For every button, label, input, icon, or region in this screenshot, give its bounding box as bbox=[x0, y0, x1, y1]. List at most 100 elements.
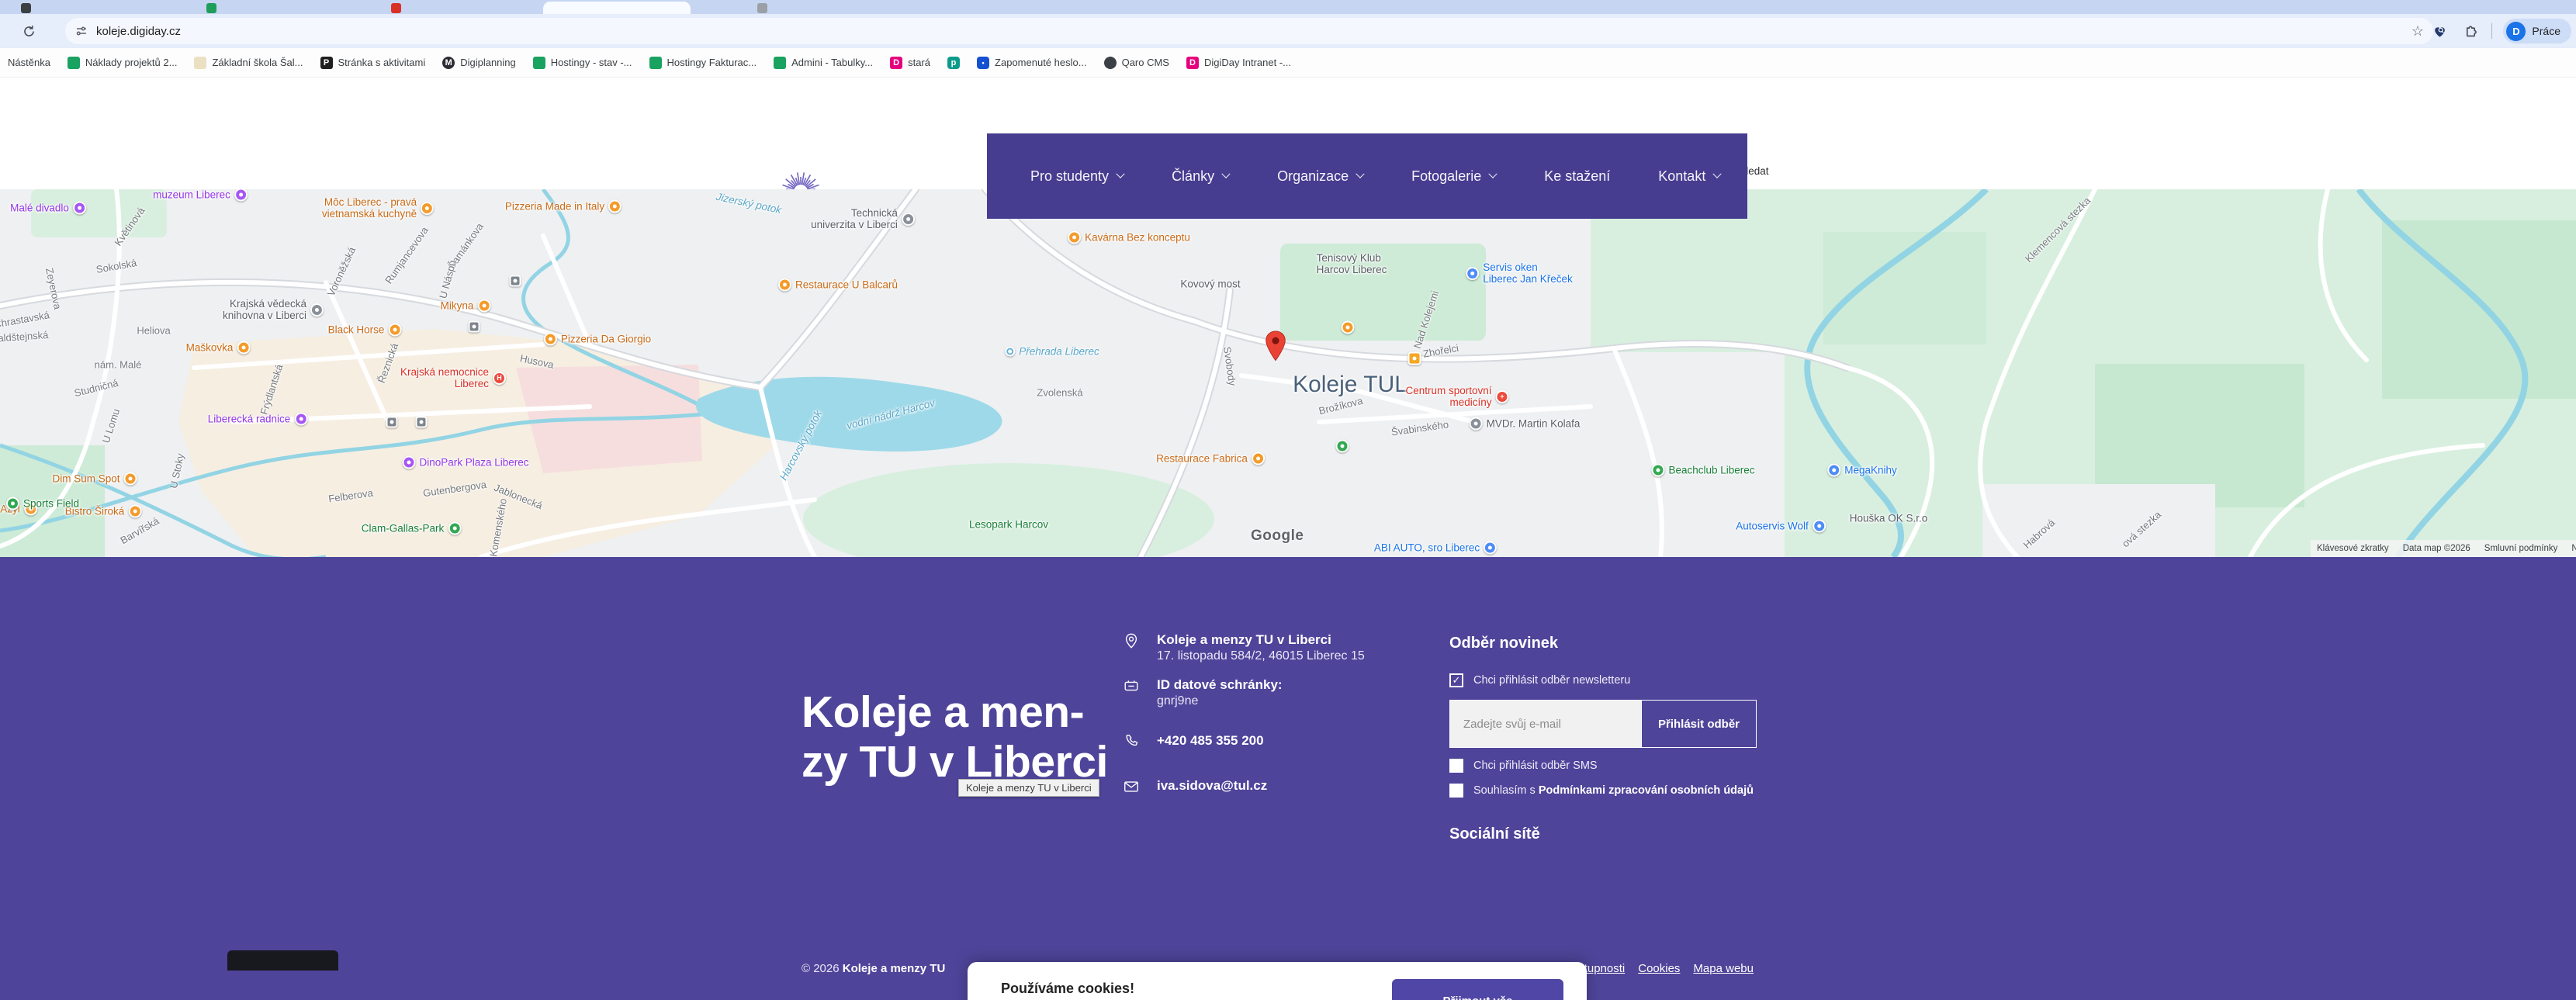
footer-link[interactable]: Cookies bbox=[1638, 962, 1680, 975]
map-attribution-link[interactable]: Klávesové zkratky bbox=[2317, 544, 2389, 553]
bookmark-item[interactable]: PStránka s aktivitami bbox=[320, 57, 426, 69]
tab-favicon[interactable] bbox=[21, 3, 31, 13]
map-poi-marker-icon[interactable] bbox=[124, 472, 137, 486]
map-poi-marker-icon[interactable] bbox=[1651, 464, 1664, 477]
tab-favicon[interactable] bbox=[206, 3, 216, 13]
contact-row[interactable]: Koleje a menzy TU v Liberci17. listopadu… bbox=[1123, 631, 1433, 664]
bookmark-item[interactable]: Hostingy - stav -... bbox=[533, 57, 632, 69]
map-poi-marker-icon[interactable] bbox=[1068, 231, 1081, 244]
map-poi-marker-icon[interactable] bbox=[1252, 452, 1265, 465]
map-poi: Restaurace U Balcarů bbox=[778, 279, 898, 292]
map-embed[interactable]: Malé divadlomuzeum LiberecMôc Liberec - … bbox=[0, 189, 2576, 557]
bookmark-item[interactable]: DDigiDay Intranet -... bbox=[1186, 57, 1291, 69]
newsletter-email-input[interactable] bbox=[1450, 701, 1641, 747]
active-tab[interactable] bbox=[543, 2, 691, 14]
newsletter-checkbox-row[interactable]: Souhlasím s Podmínkami zpracování osobní… bbox=[1449, 784, 1757, 798]
map-poi-marker-icon[interactable] bbox=[902, 213, 915, 226]
map-poi-marker-icon[interactable] bbox=[1466, 267, 1479, 280]
map-poi-label: Liberecká radnice bbox=[208, 413, 291, 425]
map-poi-marker-icon[interactable] bbox=[544, 333, 557, 346]
nav-item--l-nky[interactable]: Články bbox=[1172, 168, 1229, 185]
bookmark-item[interactable]: MDigiplanning bbox=[442, 57, 516, 69]
map-poi-marker-icon[interactable] bbox=[386, 417, 398, 428]
bookmark-item[interactable]: Náklady projektů 2... bbox=[68, 57, 178, 69]
map-poi-marker-icon[interactable] bbox=[1484, 542, 1497, 555]
map-poi-marker-icon[interactable] bbox=[1336, 440, 1349, 453]
contact-row[interactable]: +420 485 355 200 bbox=[1123, 732, 1433, 750]
tab-favicon[interactable] bbox=[391, 3, 401, 13]
map-attribution-link[interactable]: Smluvní podmínky bbox=[2484, 544, 2558, 553]
extensions-puzzle-icon[interactable] bbox=[2460, 21, 2481, 41]
map-poi-marker-icon[interactable] bbox=[6, 497, 19, 510]
bookmark-item[interactable]: Qaro CMS bbox=[1104, 57, 1169, 69]
checkbox[interactable] bbox=[1449, 784, 1463, 798]
map-destination-pin[interactable] bbox=[1265, 330, 1286, 365]
site-settings-icon[interactable] bbox=[74, 24, 88, 38]
browser-tab-strip[interactable] bbox=[0, 0, 2576, 14]
newsletter-checkbox-row[interactable]: Chci přihlásit odběr SMS bbox=[1449, 759, 1757, 773]
map-poi-marker-icon[interactable] bbox=[128, 505, 141, 518]
map-poi-marker-icon[interactable]: H bbox=[493, 372, 506, 385]
bookmark-item[interactable]: Dstará bbox=[890, 57, 930, 69]
cookie-settings-widget[interactable] bbox=[227, 950, 338, 971]
bookmark-item[interactable]: Základní škola Šal... bbox=[194, 57, 303, 69]
reload-icon[interactable] bbox=[19, 21, 39, 41]
map-poi-marker-icon[interactable] bbox=[416, 417, 428, 428]
newsletter-checkbox-row[interactable]: ✓Chci přihlásit odběr newsletteru bbox=[1449, 673, 1757, 687]
map-poi-marker-icon[interactable] bbox=[477, 299, 490, 313]
bookmark-star-icon[interactable]: ☆ bbox=[2412, 23, 2424, 40]
bookmark-item[interactable]: Hostingy Fakturac... bbox=[649, 57, 757, 69]
browser-tooltip: Koleje a menzy TU v Liberci bbox=[958, 779, 1099, 797]
bookmark-item[interactable]: Nástěnka bbox=[8, 57, 50, 68]
chevron-down-icon bbox=[1116, 170, 1124, 178]
map-poi-marker-icon[interactable] bbox=[1827, 464, 1840, 477]
map-poi-marker-icon[interactable] bbox=[421, 202, 434, 215]
map-poi-marker-icon[interactable] bbox=[234, 189, 248, 202]
bookmark-item[interactable]: p bbox=[947, 57, 960, 69]
checkbox[interactable] bbox=[1449, 759, 1463, 773]
map-poi-marker-icon[interactable] bbox=[1470, 417, 1483, 431]
map-poi-marker-icon[interactable] bbox=[73, 202, 86, 215]
map-poi-marker-icon[interactable] bbox=[388, 324, 401, 337]
map-poi-marker-icon[interactable] bbox=[402, 456, 415, 469]
footer-link[interactable]: Mapa webu bbox=[1693, 962, 1754, 975]
map-poi-marker-icon[interactable] bbox=[448, 522, 461, 535]
bookmark-label: Zapomenuté heslo... bbox=[995, 57, 1087, 68]
contact-row[interactable]: ID datové schránky:gnrj9ne bbox=[1123, 676, 1433, 709]
nav-item-pro-studenty[interactable]: Pro studenty bbox=[1030, 168, 1124, 185]
checkbox[interactable]: ✓ bbox=[1449, 673, 1463, 687]
map-poi-marker-icon[interactable]: + bbox=[1496, 390, 1509, 403]
password-extension-icon[interactable] bbox=[2429, 21, 2450, 41]
nav-item-organizace[interactable]: Organizace bbox=[1277, 168, 1363, 185]
map-poi-marker-icon[interactable] bbox=[1408, 352, 1421, 365]
nav-item-kontakt[interactable]: Kontakt bbox=[1658, 168, 1720, 185]
map-poi-marker-icon[interactable] bbox=[237, 341, 250, 355]
cookie-banner: Používáme cookies! Dobrý den, tato strán… bbox=[968, 962, 1587, 1000]
bookmark-label: Admini - Tabulky... bbox=[791, 57, 873, 68]
bookmark-item[interactable]: Admini - Tabulky... bbox=[774, 57, 873, 69]
cookie-accept-button[interactable]: Přijmout vše bbox=[1392, 979, 1563, 1000]
newsletter-subscribe-button[interactable]: Přihlásit odběr bbox=[1641, 701, 1756, 747]
bookmark-item[interactable]: •Zapomenuté heslo... bbox=[977, 57, 1087, 69]
map-poi-marker-icon[interactable] bbox=[1813, 520, 1826, 533]
map-poi: Pizzeria Made in Italy bbox=[505, 200, 621, 213]
map-poi-marker-icon[interactable] bbox=[294, 413, 307, 426]
nav-item-label: Kontakt bbox=[1658, 168, 1705, 185]
url-bar[interactable]: koleje.digiday.cz ☆ bbox=[65, 18, 2433, 44]
browser-profile-chip[interactable]: D Práce bbox=[2503, 19, 2571, 43]
map-poi-marker-icon[interactable] bbox=[310, 303, 324, 317]
nav-item-fotogalerie[interactable]: Fotogalerie bbox=[1411, 168, 1496, 185]
map-poi-marker-icon[interactable] bbox=[1005, 347, 1015, 357]
map-poi-marker-icon[interactable] bbox=[778, 279, 791, 292]
nav-item-ke-sta-en-[interactable]: Ke stažení bbox=[1544, 168, 1610, 185]
map-poi bbox=[1408, 352, 1421, 365]
map-poi-marker-icon[interactable] bbox=[1342, 321, 1355, 334]
map-attribution-link[interactable]: Nahlásit chybu v mapách bbox=[2571, 544, 2576, 553]
privacy-terms-link[interactable]: Podmínkami zpracování osobních údajů bbox=[1539, 784, 1754, 797]
contact-row[interactable]: iva.sidova@tul.cz bbox=[1123, 777, 1433, 795]
map-poi-marker-icon[interactable] bbox=[608, 200, 621, 213]
map-attribution-link[interactable]: Data map ©2026 bbox=[2403, 544, 2470, 553]
tab-favicon[interactable] bbox=[757, 3, 767, 13]
map-poi-marker-icon[interactable] bbox=[469, 321, 480, 333]
map-poi-marker-icon[interactable] bbox=[510, 275, 521, 287]
